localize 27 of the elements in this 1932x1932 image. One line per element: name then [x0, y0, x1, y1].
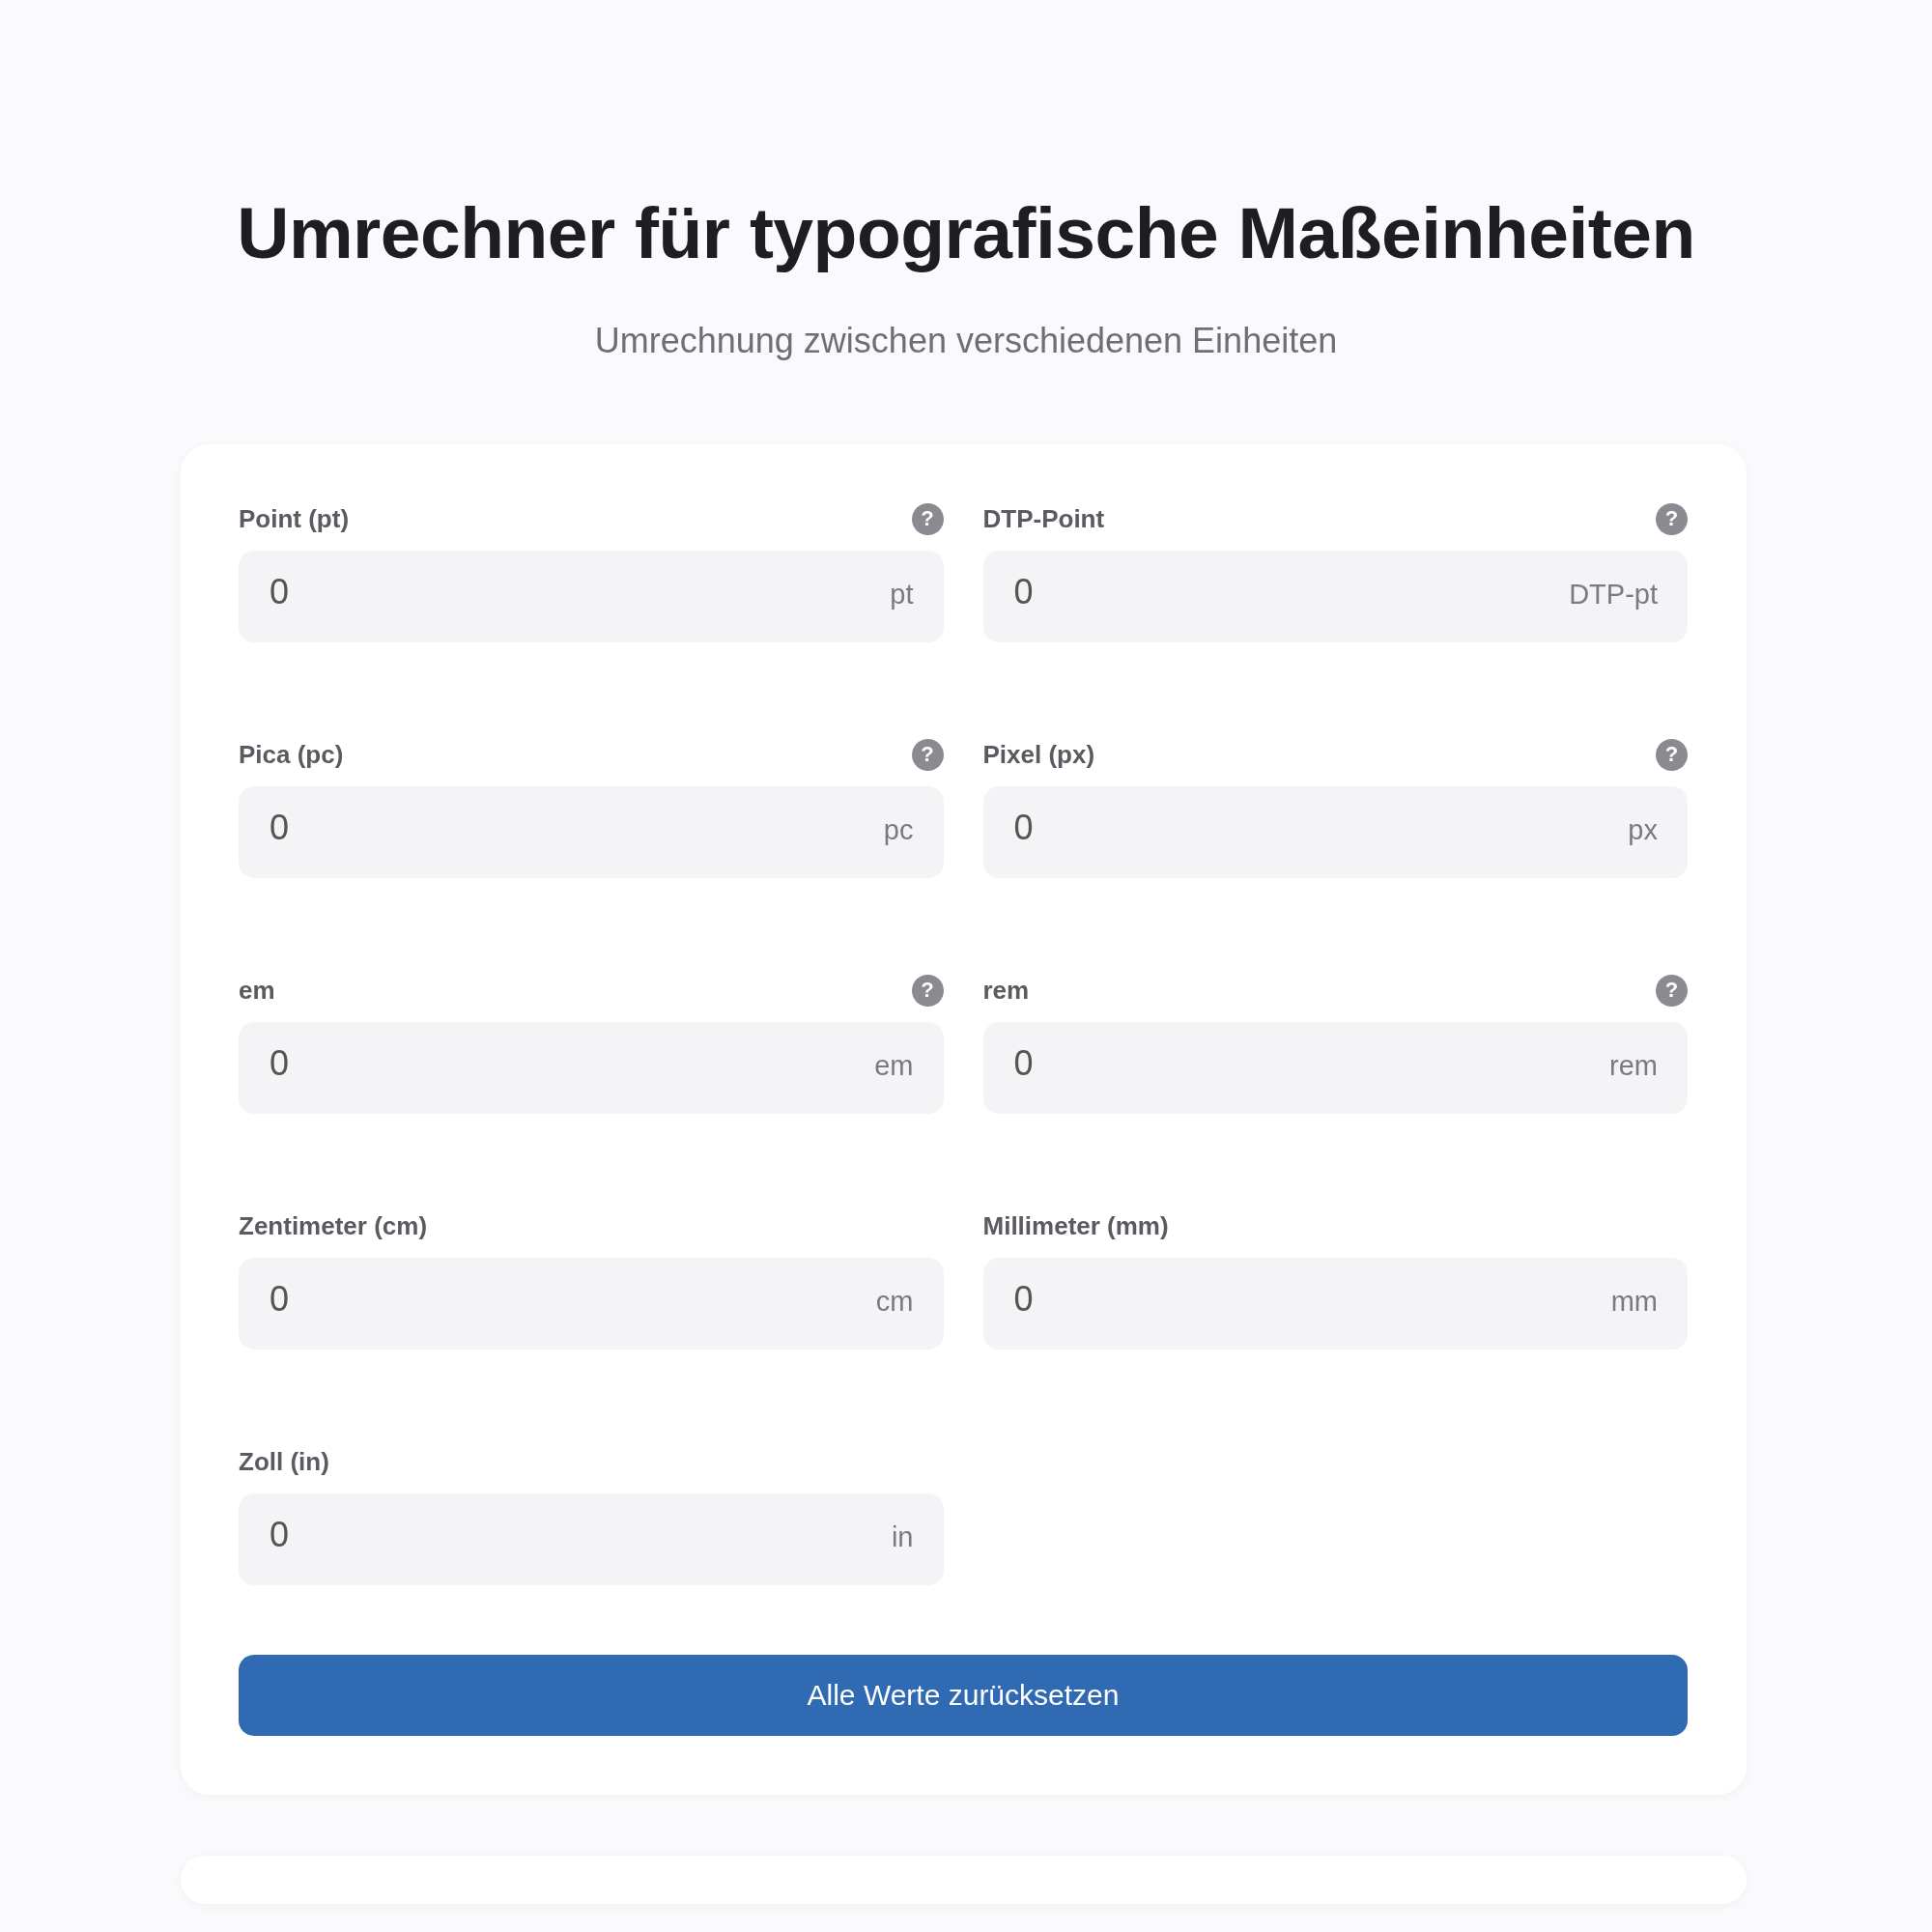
field-label: Pica (pc) [239, 739, 344, 770]
help-icon[interactable]: ? [911, 974, 944, 1007]
field-label: Zentimeter (cm) [239, 1210, 428, 1241]
field-label: Point (pt) [239, 503, 350, 534]
field-label: Millimeter (mm) [982, 1210, 1169, 1241]
unit-label: in [891, 1521, 914, 1553]
unit-label: cm [875, 1286, 914, 1318]
help-icon[interactable]: ? [911, 502, 944, 535]
help-icon[interactable]: ? [911, 738, 944, 771]
page-subtitle: Umrechnung zwischen verschiedenen Einheiten [593, 321, 1339, 361]
unit-label: pc [883, 814, 914, 846]
help-icon[interactable]: ? [1656, 502, 1688, 535]
help-icon[interactable]: ? [1656, 738, 1688, 771]
page-title: Umrechner für typografische Maßeinheiten [236, 191, 1696, 274]
help-icon[interactable]: ? [1656, 974, 1688, 1007]
reset-button[interactable]: Alle Werte zurücksetzen [239, 1655, 1688, 1736]
unit-label: DTP-pt [1569, 579, 1658, 611]
field-label: em [239, 975, 275, 1006]
unit-label: px [1628, 814, 1658, 846]
unit-label: em [874, 1050, 914, 1082]
field-label: rem [982, 975, 1030, 1006]
field-label: Zoll (in) [239, 1446, 329, 1477]
field-label: Pixel (px) [982, 739, 1095, 770]
unit-label: pt [890, 579, 914, 611]
field-label: DTP-Point [982, 503, 1105, 534]
unit-label: mm [1610, 1286, 1658, 1318]
unit-label: rem [1609, 1050, 1658, 1082]
